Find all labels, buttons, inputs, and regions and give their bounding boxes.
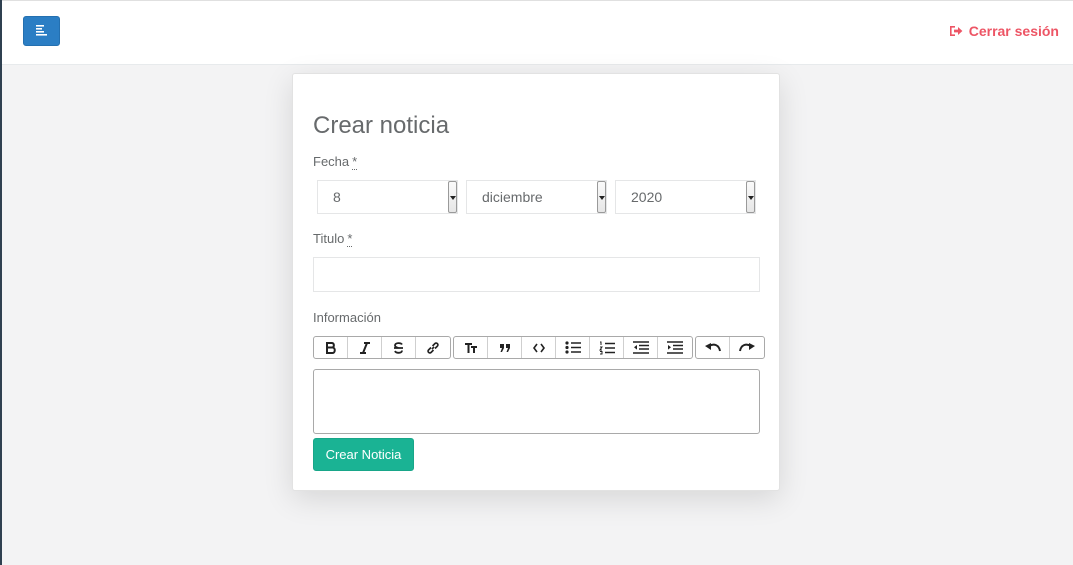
heading-icon (464, 342, 477, 353)
toolbar-group-block (453, 336, 693, 359)
code-button[interactable] (522, 337, 556, 358)
toolbar-group-history (695, 336, 765, 359)
sign-out-icon (949, 26, 963, 36)
bullet-list-icon (564, 341, 581, 354)
titulo-label: Titulo * (313, 231, 353, 247)
outdent-icon (632, 341, 649, 354)
code-icon (532, 343, 545, 352)
page-title: Crear noticia (313, 112, 450, 139)
sidebar-edge (0, 0, 2, 565)
bullet-list-button[interactable] (556, 337, 590, 358)
month-select[interactable]: diciembre (466, 180, 607, 214)
titulo-label-text: Titulo (313, 231, 345, 246)
month-value: diciembre (482, 189, 543, 205)
redo-icon (739, 342, 755, 351)
outdent-button[interactable] (624, 337, 658, 358)
year-value: 2020 (631, 189, 663, 205)
fecha-label: Fecha * (313, 154, 358, 170)
chevron-down-icon (746, 181, 755, 213)
titulo-input[interactable] (313, 257, 760, 292)
editor-toolbar (313, 336, 765, 359)
redo-button[interactable] (730, 337, 764, 358)
day-value: 8 (333, 189, 341, 205)
link-button[interactable] (416, 337, 450, 358)
create-news-button[interactable]: Crear Noticia (313, 438, 414, 471)
logout-link[interactable]: Cerrar sesión (949, 23, 1059, 39)
day-select[interactable]: 8 (317, 180, 458, 214)
bold-icon (325, 341, 336, 354)
strikethrough-button[interactable] (382, 337, 416, 358)
logout-label[interactable]: Cerrar sesión (969, 23, 1059, 39)
menu-toggle-button[interactable] (23, 16, 60, 46)
toolbar-group-format (313, 336, 451, 359)
numbered-list-icon (598, 341, 615, 354)
fecha-label-text: Fecha (313, 154, 350, 169)
quote-icon (499, 343, 510, 352)
undo-button[interactable] (696, 337, 730, 358)
indent-icon (667, 341, 683, 354)
indent-button[interactable] (658, 337, 692, 358)
link-icon (427, 341, 439, 354)
bold-button[interactable] (314, 337, 348, 358)
informacion-editor[interactable] (313, 369, 760, 434)
create-news-form: Crear noticia Fecha * 8 diciembre 2020 Ti… (292, 73, 780, 491)
chevron-down-icon (448, 181, 457, 213)
numbered-list-button[interactable] (590, 337, 624, 358)
align-left-icon (36, 25, 47, 36)
informacion-label: Información (313, 310, 381, 325)
required-mark: * (347, 231, 353, 247)
undo-icon (704, 342, 721, 351)
chevron-down-icon (597, 181, 606, 213)
top-navbar: Cerrar sesión (2, 0, 1073, 65)
quote-button[interactable] (488, 337, 522, 358)
italic-button[interactable] (348, 337, 382, 358)
required-mark: * (352, 154, 358, 170)
italic-icon (359, 341, 370, 354)
strikethrough-icon (394, 341, 403, 354)
heading-button[interactable] (454, 337, 488, 358)
year-select[interactable]: 2020 (615, 180, 756, 214)
